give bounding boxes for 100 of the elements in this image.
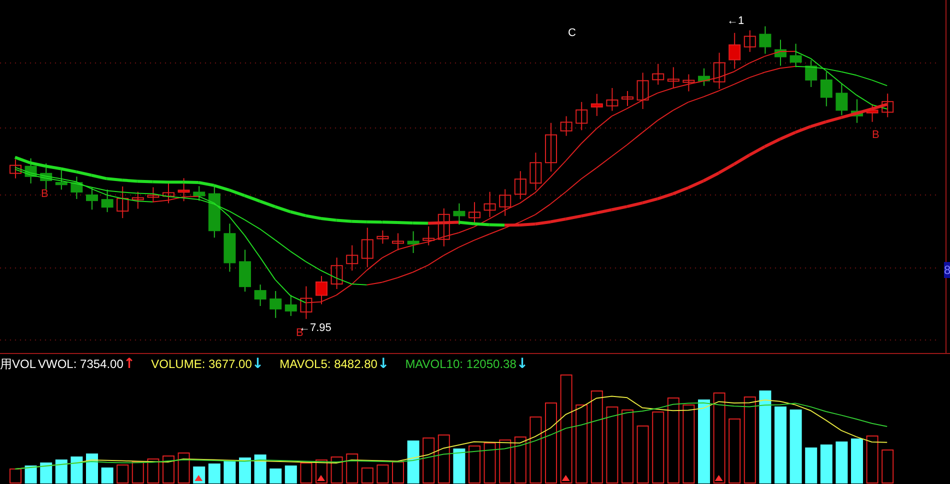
candlestick	[713, 52, 726, 90]
candlestick	[300, 286, 312, 320]
volume-bar	[438, 434, 450, 484]
volume-bar	[346, 454, 358, 484]
candlestick	[24, 158, 37, 184]
volume-bar	[836, 442, 848, 484]
chart-marker-label: C	[568, 27, 576, 39]
volume-bar	[882, 450, 894, 484]
signal-marker-icon	[714, 475, 723, 481]
candlestick	[514, 170, 526, 200]
candlestick	[682, 74, 695, 92]
candlestick	[744, 30, 756, 52]
candlestick	[224, 223, 236, 272]
volume-bar	[805, 448, 818, 484]
chart-marker-label: B	[41, 188, 48, 200]
candlestick	[590, 93, 603, 116]
candlestick	[728, 32, 741, 70]
volume-bar	[316, 460, 328, 484]
volume-bar	[10, 468, 22, 484]
volume-bar	[40, 462, 52, 484]
candlestick	[193, 186, 206, 202]
volume-bar	[208, 464, 220, 484]
volume-bar	[468, 446, 480, 484]
candlestick	[270, 290, 282, 318]
signal-marker-icon	[562, 475, 570, 481]
candlestick	[882, 93, 894, 118]
volume-bar	[392, 462, 404, 484]
candlestick	[836, 82, 848, 116]
candlestick	[576, 101, 588, 131]
candlestick	[86, 186, 98, 210]
volume-bar	[422, 438, 435, 484]
candlestick	[10, 158, 22, 179]
volume-bar	[300, 462, 312, 484]
candlestick	[866, 104, 878, 122]
signal-marker-icon	[194, 475, 203, 481]
volume-bar	[499, 440, 512, 484]
volume-bar	[652, 412, 664, 484]
candlestick	[162, 182, 174, 204]
volume-bar	[514, 436, 526, 484]
volume-bar	[851, 438, 863, 484]
candlestick	[484, 191, 496, 218]
candlestick	[698, 68, 710, 86]
volume-bar	[728, 418, 741, 484]
chart-marker-label: B	[872, 129, 880, 141]
candlestick	[254, 284, 266, 306]
axis-label: 8	[944, 262, 950, 278]
candlestick	[70, 176, 83, 200]
volume-bar	[866, 436, 878, 484]
volume-bar	[147, 458, 160, 484]
indicator-legend-label: VOLUME: 3677.00	[151, 356, 252, 372]
candlestick	[545, 122, 557, 172]
volume-bar	[178, 452, 190, 484]
volume-bar	[132, 462, 144, 484]
volume-bar	[24, 466, 37, 484]
candlestick	[499, 188, 512, 216]
volume-bar	[254, 454, 266, 484]
candlestick	[560, 116, 572, 136]
volume-bar	[284, 466, 297, 484]
volume-bar	[361, 468, 374, 484]
volume-bar	[530, 416, 542, 484]
candlestick	[147, 186, 160, 203]
volume-bar	[820, 444, 832, 484]
candlestick	[346, 244, 358, 272]
volume-bar	[407, 440, 420, 484]
candlestick	[422, 226, 435, 246]
candlestick	[239, 249, 251, 292]
candlestick	[453, 202, 466, 226]
candlestick	[101, 189, 114, 213]
candlestick	[40, 162, 52, 190]
candlestick	[284, 294, 297, 316]
candlestick	[851, 98, 863, 124]
candlestick	[392, 232, 404, 251]
trend-arrow: ↓	[516, 356, 528, 372]
candlestick	[468, 202, 480, 224]
candlestick	[774, 39, 786, 66]
candlestick	[438, 208, 450, 247]
candlestick	[530, 152, 542, 191]
volume-bar	[116, 464, 129, 484]
volume-bar	[55, 460, 68, 484]
candlestick	[208, 185, 220, 238]
volume-bar	[484, 442, 496, 484]
candlestick	[652, 63, 664, 86]
candlestick	[636, 72, 649, 110]
candlestick	[55, 170, 68, 190]
candlestick	[330, 257, 343, 290]
volume-bar	[376, 464, 389, 484]
candlestick	[178, 178, 190, 202]
chart-marker-label: ←1	[727, 15, 744, 27]
candlestick	[376, 230, 389, 244]
volume-bar	[330, 456, 343, 484]
volume-bar	[453, 448, 466, 484]
volume-bar	[70, 456, 83, 484]
trend-arrow: ↓	[377, 356, 390, 372]
candlestick	[132, 191, 144, 210]
candlestick	[316, 276, 328, 305]
indicator-legend-label: MAVOL10: 12050.38	[405, 356, 516, 372]
volume-bar	[270, 468, 282, 484]
volume-bar	[224, 460, 236, 484]
candlestick	[805, 60, 818, 88]
candlestick	[361, 227, 374, 268]
